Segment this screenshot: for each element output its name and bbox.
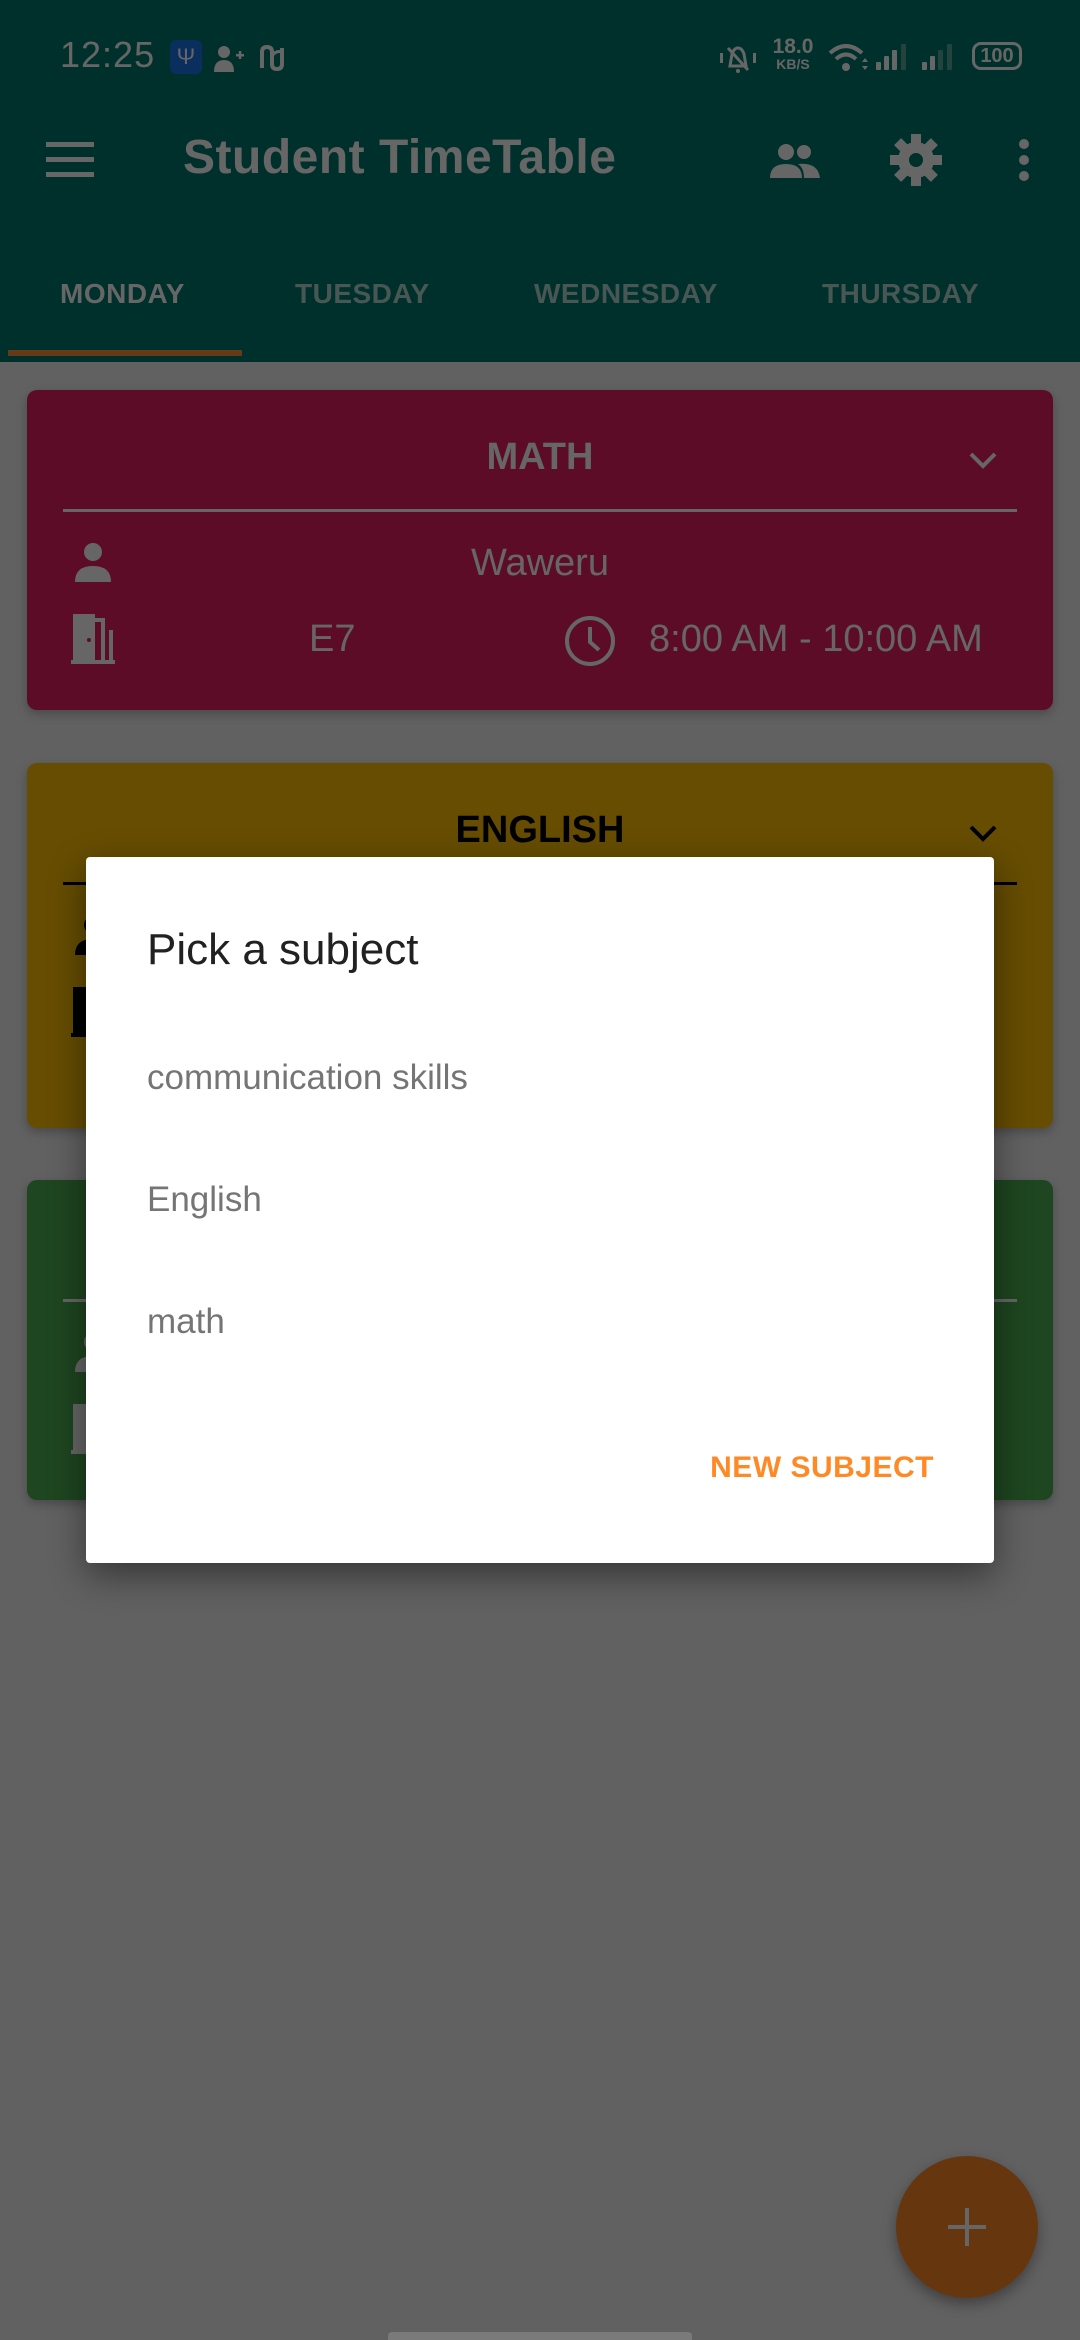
dialog-title: Pick a subject [147,925,419,974]
subject-option[interactable]: English [86,1139,994,1261]
pick-subject-dialog: Pick a subject communication skills Engl… [86,857,994,1563]
new-subject-button[interactable]: NEW SUBJECT [710,1451,934,1485]
gesture-nav-handle[interactable] [388,2332,692,2340]
subject-option[interactable]: communication skills [86,1017,994,1139]
subject-option[interactable]: math [86,1261,994,1383]
